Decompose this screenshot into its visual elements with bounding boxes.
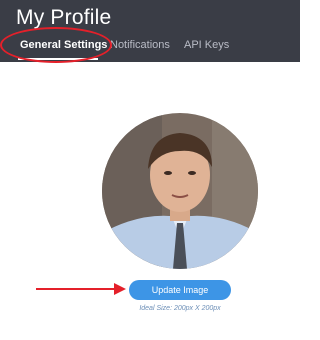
tab-notifications[interactable]: Notifications: [110, 39, 170, 51]
update-image-button[interactable]: Update Image: [129, 280, 231, 300]
tab-general-settings[interactable]: General Settings: [20, 39, 107, 51]
image-size-hint: Ideal Size: 200px X 200px: [139, 305, 221, 312]
page-title: My Profile: [16, 6, 112, 29]
profile-header: My Profile General Settings Notification…: [0, 0, 300, 62]
active-tab-indicator: [18, 58, 98, 60]
tab-api-keys[interactable]: API Keys: [184, 39, 229, 51]
avatar-photo: [102, 113, 258, 269]
annotation-arrow: [36, 283, 126, 295]
avatar: [102, 113, 258, 269]
